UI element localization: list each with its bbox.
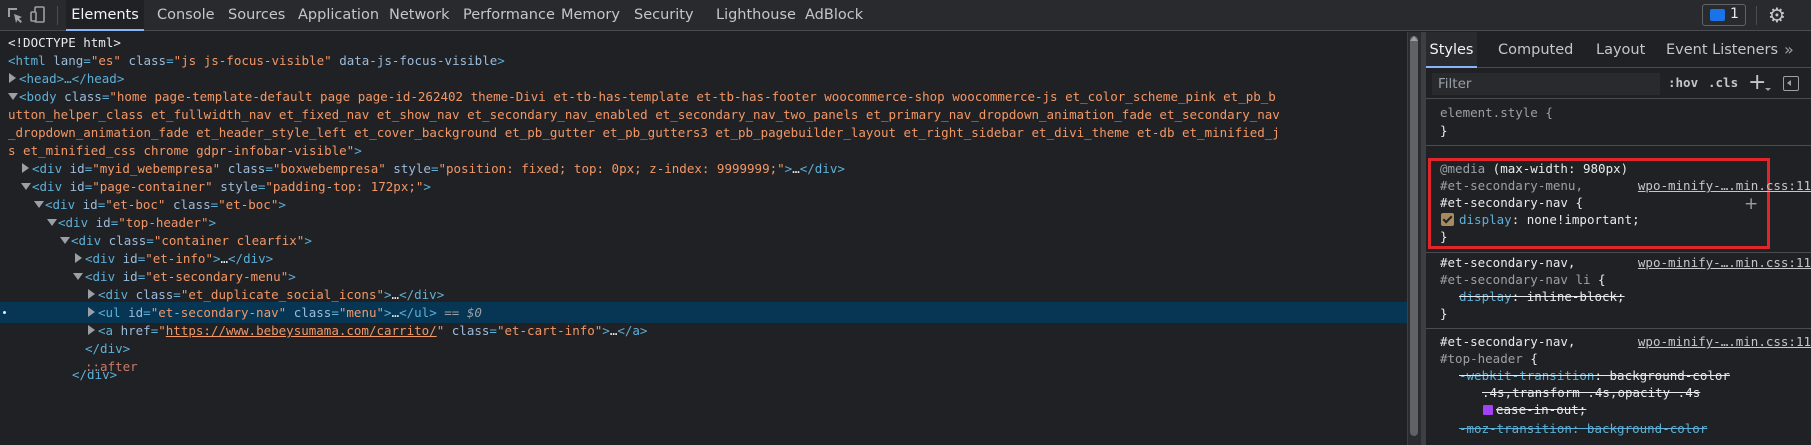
rule2-selector-1: #et-secondary-nav, <box>1440 255 1576 270</box>
rule3-selector-1: #et-secondary-nav, <box>1440 334 1576 349</box>
styles-pane: Styles Computed Layout Event Listeners »… <box>1426 32 1811 445</box>
rule3-declaration-cont: .4s,transform .4s,opacity .4s <box>1482 385 1701 400</box>
tab-security[interactable]: Security <box>634 0 694 31</box>
toolbar-separator <box>57 6 58 25</box>
issues-icon <box>1710 9 1725 21</box>
rule2-declaration-overridden[interactable]: display: inline-block; <box>1459 288 1625 305</box>
issues-count: 1 <box>1730 6 1739 22</box>
styles-filter-input[interactable] <box>1432 73 1660 95</box>
tab-adblock[interactable]: AdBlock <box>805 0 863 31</box>
tab-elements[interactable]: Elements <box>66 0 144 31</box>
tab-styles[interactable]: Styles <box>1426 32 1477 68</box>
expand-arrow-icon[interactable] <box>9 73 16 83</box>
tab-layout[interactable]: Layout <box>1596 32 1645 68</box>
toolbar-separator <box>1756 6 1757 25</box>
styles-filter-bar: :hov .cls + <box>1426 69 1811 99</box>
collapse-arrow-icon[interactable] <box>8 93 18 100</box>
collapse-arrow-icon[interactable] <box>47 219 57 226</box>
expand-arrow-icon[interactable] <box>88 289 95 299</box>
tab-console[interactable]: Console <box>157 0 215 31</box>
more-tabs-chevron-icon[interactable]: » <box>1784 40 1794 59</box>
rule1-close: } <box>1440 229 1448 244</box>
elements-scrollbar-thumb[interactable] <box>1410 36 1418 436</box>
rule1-selector-1: #et-secondary-menu, <box>1440 178 1583 193</box>
easing-swatch-icon[interactable] <box>1483 405 1493 415</box>
expand-arrow-icon[interactable] <box>88 307 95 317</box>
rule1-source-link[interactable]: wpo-minify-….min.css:11 <box>1638 177 1811 194</box>
element-style-close: } <box>1440 123 1448 138</box>
expand-arrow-icon[interactable] <box>75 253 82 263</box>
rule2-source-link[interactable]: wpo-minify-….min.css:11 <box>1638 254 1811 271</box>
cls-button[interactable]: .cls <box>1708 75 1738 90</box>
tab-computed[interactable]: Computed <box>1498 32 1573 68</box>
rule3-declaration-cont2: ease-in-out; <box>1496 402 1587 417</box>
settings-gear-icon[interactable]: ⚙ <box>1768 5 1786 25</box>
cart-href-link[interactable]: https://www.bebeysumama.com/carrito/ <box>166 323 437 338</box>
hov-button[interactable]: :hov <box>1668 75 1698 90</box>
rule2-close: } <box>1440 306 1448 321</box>
selection-bullet <box>3 311 6 314</box>
rule-separator <box>1426 145 1811 146</box>
device-toggle-icon[interactable] <box>30 6 48 24</box>
tab-network[interactable]: Network <box>389 0 450 31</box>
scroll-up-arrow-icon[interactable] <box>1410 36 1418 41</box>
collapse-arrow-icon[interactable] <box>60 237 70 244</box>
expand-arrow-icon[interactable] <box>88 325 95 335</box>
styles-tabbar: Styles Computed Layout Event Listeners » <box>1426 32 1811 68</box>
tab-performance[interactable]: Performance <box>463 0 555 31</box>
devtools-toolbar: Elements Console Sources Application Net… <box>0 0 1811 31</box>
collapse-arrow-icon[interactable] <box>21 183 31 190</box>
media-query: @media (max-width: 980px) <box>1440 161 1629 176</box>
new-rule-caret-icon <box>1765 88 1771 91</box>
elements-tree: <!DOCTYPE html> <html lang="es" class="j… <box>0 32 1407 445</box>
close-div-partial-tag: </div> <box>72 367 118 382</box>
rule-separator <box>1426 328 1811 329</box>
add-declaration-icon[interactable]: + <box>1744 194 1758 214</box>
rule3-selector-2: #top-header { <box>1440 351 1538 366</box>
issues-badge[interactable]: 1 <box>1702 4 1746 26</box>
collapse-arrow-icon[interactable] <box>73 273 83 280</box>
tab-sources[interactable]: Sources <box>228 0 285 31</box>
dom-node-close-div-partial[interactable]: </div> <box>0 367 1407 395</box>
tab-lighthouse[interactable]: Lighthouse <box>716 0 796 31</box>
rule2-selector-2: #et-secondary-nav li { <box>1440 272 1606 287</box>
element-style-selector: element.style { <box>1440 105 1553 120</box>
rule3-next-declaration[interactable]: -moz-transition: background-color <box>1459 420 1707 437</box>
tab-memory[interactable]: Memory <box>561 0 620 31</box>
new-style-rule-icon[interactable]: + <box>1748 70 1766 95</box>
expand-arrow-icon[interactable] <box>22 163 29 173</box>
tab-application[interactable]: Application <box>298 0 379 31</box>
rule-separator <box>1426 252 1811 253</box>
rule3-declaration-overridden[interactable]: -webkit-transition: background-color <box>1459 367 1730 384</box>
rule1-selector-2: #et-secondary-nav { <box>1440 195 1583 210</box>
rule3-source-link[interactable]: wpo-minify-….min.css:11 <box>1638 333 1811 350</box>
collapse-arrow-icon[interactable] <box>34 201 44 208</box>
rule1-declaration[interactable]: display: none!important; <box>1459 211 1640 228</box>
toggle-sidebar-icon[interactable] <box>1783 76 1799 91</box>
inspect-element-icon[interactable] <box>6 6 24 24</box>
tab-event-listeners[interactable]: Event Listeners <box>1666 32 1778 68</box>
property-enable-checkbox[interactable] <box>1441 213 1454 226</box>
